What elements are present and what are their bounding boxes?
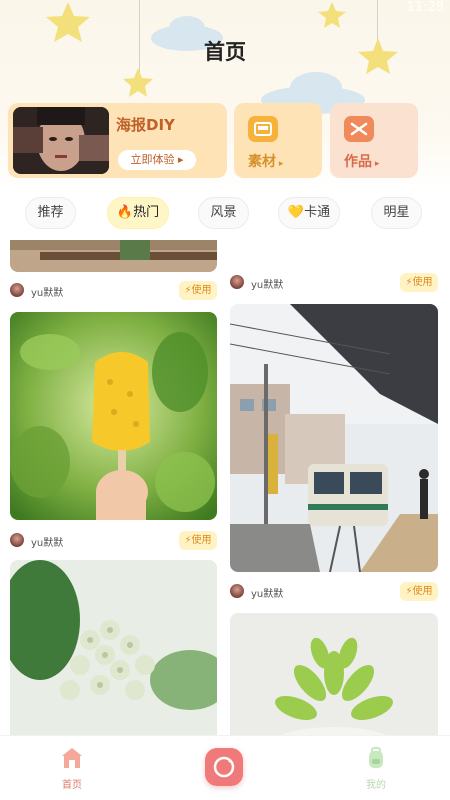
backpack-icon xyxy=(369,747,383,768)
use-button[interactable]: ⚡使用 xyxy=(400,273,438,292)
username: yu默默 xyxy=(31,288,64,299)
hydrangea-image[interactable] xyxy=(10,560,217,735)
portrait-collage-image xyxy=(13,107,109,174)
tab-cartoon[interactable]: 💛卡通 xyxy=(278,197,340,229)
use-button[interactable]: ⚡使用 xyxy=(179,531,217,550)
poster-thumbnail xyxy=(13,107,109,174)
succulent-image[interactable] xyxy=(230,613,438,735)
avatar xyxy=(10,533,24,547)
avatar xyxy=(230,584,244,598)
fire-icon: 🔥 xyxy=(116,205,134,220)
material-icon xyxy=(248,116,278,142)
camera-button[interactable] xyxy=(205,748,243,786)
username: yu默默 xyxy=(251,589,284,600)
material-card[interactable]: 素材 ▸ xyxy=(234,103,322,178)
works-icon xyxy=(344,116,374,142)
username: yu默默 xyxy=(251,280,284,291)
tab-recommend[interactable]: 推荐 xyxy=(25,197,76,229)
bottom-nav: 首页 我的 xyxy=(0,735,450,800)
train-station-image[interactable] xyxy=(230,304,438,572)
material-label: 素材 ▸ xyxy=(248,154,284,170)
use-button[interactable]: ⚡使用 xyxy=(400,582,438,601)
feed-image-cropped[interactable] xyxy=(10,240,217,272)
house-icon xyxy=(62,748,82,768)
tab-hot[interactable]: 🔥热门 xyxy=(107,197,169,229)
poster-diy-card[interactable]: 海报DIY 立即体验 ▸ xyxy=(8,103,227,178)
works-card[interactable]: 作品 ▸ xyxy=(330,103,418,178)
heart-icon: 💛 xyxy=(287,205,305,220)
username: yu默默 xyxy=(31,538,64,549)
nav-mine[interactable]: 我的 xyxy=(346,746,406,791)
header: 11:28 首页 海报DIY 立即体验 ▸ 素材 ▸ 作品 ▸ xyxy=(0,0,450,190)
star-decoration-icon xyxy=(318,2,346,28)
camera-icon xyxy=(213,756,235,778)
tab-scenery[interactable]: 风景 xyxy=(198,197,249,229)
avatar xyxy=(230,275,244,289)
status-time: 11:28 xyxy=(406,0,444,15)
use-button[interactable]: ⚡使用 xyxy=(179,281,217,300)
tab-star[interactable]: 明星 xyxy=(371,197,422,229)
page-title: 首页 xyxy=(204,40,246,64)
works-label: 作品 ▸ xyxy=(344,154,380,170)
popsicle-image[interactable] xyxy=(10,312,217,520)
nav-home-label: 首页 xyxy=(62,780,82,791)
nav-home[interactable]: 首页 xyxy=(42,746,102,791)
try-now-button[interactable]: 立即体验 ▸ xyxy=(118,150,196,170)
star-decoration-icon xyxy=(123,68,153,97)
nav-mine-label: 我的 xyxy=(366,780,386,791)
poster-diy-title: 海报DIY xyxy=(116,116,175,134)
avatar xyxy=(10,283,24,297)
feed-grid: yu默默 ⚡使用 yu默默 ⚡使用 yu默默 ⚡使用 yu默默 ⚡使用 xyxy=(0,240,450,735)
